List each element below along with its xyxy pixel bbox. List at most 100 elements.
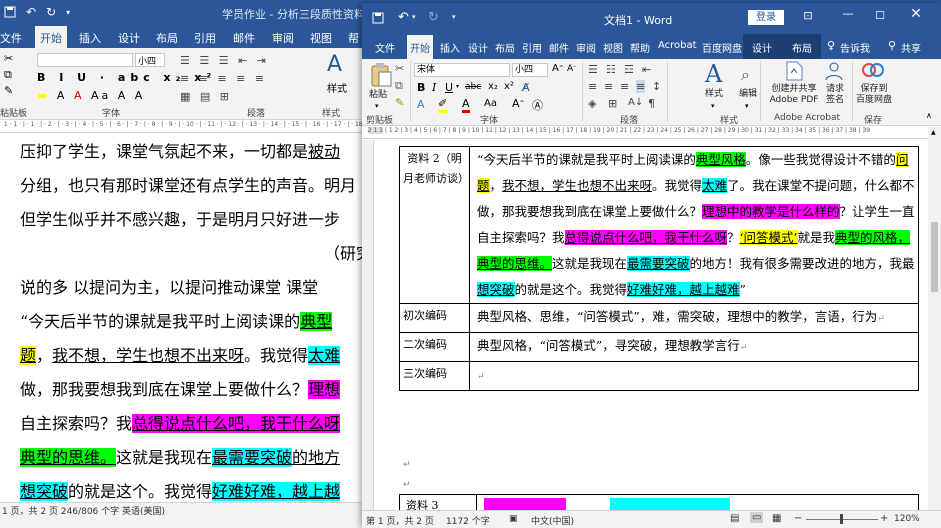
back-font-size-dropdown[interactable]: 小四 — [135, 53, 165, 67]
back-styles-icon[interactable]: A — [327, 52, 342, 77]
back-tab-file[interactable]: 文件 — [0, 30, 22, 46]
font-size-dropdown[interactable]: 小四 — [512, 63, 548, 77]
scrollbar-thumb[interactable] — [931, 222, 938, 292]
bold-icon[interactable]: B — [417, 81, 425, 94]
copy-icon[interactable]: ⧉ — [395, 79, 403, 93]
underline-dropdown-icon[interactable]: ▾ — [456, 83, 459, 90]
tab-references[interactable]: 引用 — [522, 40, 542, 55]
tab-acrobat[interactable]: Acrobat — [658, 40, 697, 51]
shading-icon[interactable]: ◈ — [588, 97, 596, 110]
paste-icon[interactable] — [370, 62, 392, 88]
back-paragraph-row1[interactable]: ☰ ☰ ☰ ⇤ ⇥ — [180, 54, 269, 67]
highlight-icon[interactable]: ✐ — [438, 97, 448, 113]
scroll-up-icon[interactable]: ▲ — [931, 129, 936, 136]
print-layout-icon[interactable]: ▭ — [750, 512, 764, 523]
save-icon[interactable] — [4, 5, 16, 19]
align-center-icon[interactable]: ≡ — [604, 80, 613, 93]
baidu-netdisk-icon[interactable] — [862, 61, 884, 79]
font-name-dropdown[interactable]: 宋体 — [414, 63, 510, 77]
format-painter-icon[interactable]: ✎ — [395, 96, 404, 109]
back-paragraph-row3[interactable]: ▦ ▤ ⊞ — [180, 90, 232, 103]
back-tab-insert[interactable]: 插入 — [79, 30, 101, 46]
tab-table-layout[interactable]: 布局 — [792, 40, 812, 55]
show-marks-icon[interactable]: ¶ — [648, 97, 655, 110]
create-share-pdf-button[interactable]: 创建并共享 Adobe PDF — [767, 84, 821, 106]
paste-button[interactable]: 粘贴 — [369, 90, 387, 101]
undo-icon[interactable]: ↶ — [26, 5, 36, 19]
share-button[interactable]: 共享 — [901, 40, 921, 55]
request-signature-button[interactable]: 请求 签名 — [823, 84, 847, 106]
login-button[interactable]: 登录 — [748, 10, 784, 25]
editing-button[interactable]: 编辑 — [739, 89, 757, 100]
back-format-painter-icon[interactable]: ✎ — [4, 84, 13, 97]
tab-review[interactable]: 审阅 — [576, 40, 596, 55]
request-signature-icon[interactable] — [824, 61, 844, 81]
zoom-in-button[interactable]: + — [880, 513, 888, 524]
tab-help[interactable]: 帮助 — [630, 40, 650, 55]
styles-button[interactable]: 样式 — [705, 89, 723, 100]
borders-icon[interactable]: ⊞ — [608, 97, 617, 110]
align-right-icon[interactable]: ≡ — [620, 80, 629, 93]
status-page[interactable]: 第 1 页，共 2 页 — [366, 514, 434, 527]
save-to-baidu-button[interactable]: 保存到 百度网盘 — [856, 84, 892, 106]
table-cell-text[interactable]: ↵ — [469, 361, 919, 391]
maximize-button[interactable]: ☐ — [870, 9, 890, 27]
read-mode-icon[interactable]: ▤ — [730, 513, 739, 524]
table-cell-text[interactable]: “今天后半节的课就是我平时上阅读课的典型风格。像一些我觉得设计不错的问题，我不想… — [469, 146, 919, 304]
justify-icon[interactable]: ≡ — [636, 80, 646, 93]
tab-table-design[interactable]: 设计 — [752, 40, 772, 55]
back-tab-mailings[interactable]: 邮件 — [233, 30, 255, 46]
strikethrough-icon[interactable]: abc — [465, 82, 481, 92]
zoom-level[interactable]: 120% — [894, 514, 920, 524]
zoom-out-button[interactable]: − — [794, 513, 802, 524]
superscript-icon[interactable]: x² — [504, 81, 514, 92]
grow-font-icon[interactable]: A ^ — [512, 97, 525, 110]
web-layout-icon[interactable]: ▦ — [772, 513, 781, 524]
table-cell-label[interactable]: 二次编码 — [399, 332, 470, 362]
back-tab-help[interactable]: 帮 — [348, 30, 359, 46]
table-cell-label[interactable]: 资料 2（明月老师访谈） — [399, 146, 470, 304]
back-tab-design[interactable]: 设计 — [118, 30, 140, 46]
tab-view[interactable]: 视图 — [603, 40, 623, 55]
qa-dropdown-icon[interactable]: ▾ — [66, 5, 70, 19]
ribbon-display-options-icon[interactable]: ⊡ — [798, 9, 818, 27]
undo-dropdown-icon[interactable]: ▾ — [412, 13, 416, 21]
tab-layout[interactable]: 布局 — [495, 40, 515, 55]
bullets-icon[interactable]: ☰ — [588, 63, 598, 76]
tab-file[interactable]: 文件 — [375, 40, 395, 55]
align-left-icon[interactable]: ≡ — [588, 80, 597, 93]
vertical-scrollbar[interactable]: ▲ — [928, 127, 941, 510]
table-cell-label[interactable]: 三次编码 — [399, 361, 470, 391]
line-spacing-icon[interactable]: ↕ — [652, 80, 661, 93]
status-language[interactable]: 中文(中国) — [531, 514, 574, 527]
font-shrink-icon[interactable]: Aˇ — [567, 64, 576, 74]
table-cell-text[interactable]: 典型风格、思维，“问答模式”，难，需突破，理想中的教学，言语，行为↵ — [469, 303, 919, 333]
underline-icon[interactable]: U — [445, 81, 453, 94]
back-tab-review[interactable]: 审阅 — [272, 30, 294, 46]
italic-icon[interactable]: I — [432, 81, 436, 94]
sort-icon[interactable]: A↓ — [628, 97, 643, 108]
zoom-slider-thumb[interactable] — [840, 514, 843, 524]
back-font-name-dropdown[interactable] — [37, 53, 133, 67]
create-pdf-icon[interactable] — [785, 61, 803, 81]
tab-insert[interactable]: 插入 — [440, 40, 460, 55]
back-tab-layout[interactable]: 布局 — [156, 30, 178, 46]
back-tab-home[interactable]: 开始 — [35, 26, 67, 48]
clear-formatting-icon[interactable]: A̸ — [522, 81, 530, 94]
tab-design[interactable]: 设计 — [468, 40, 488, 55]
tab-baidu-netdisk[interactable]: 百度网盘 — [702, 40, 742, 55]
edit-search-icon[interactable]: ⌕ — [741, 65, 750, 85]
paste-dropdown-icon[interactable]: ▾ — [375, 102, 379, 110]
table-cell-label[interactable]: 初次编码 — [399, 303, 470, 333]
status-word-count[interactable]: 1172 个字 — [446, 514, 490, 527]
collapse-ribbon-icon[interactable]: ∧ — [926, 111, 932, 120]
save-icon[interactable] — [372, 12, 384, 24]
close-button[interactable]: ✕ — [906, 6, 926, 24]
tab-home[interactable]: 开始 — [407, 35, 433, 59]
front-document-page[interactable]: 资料 2（明月老师访谈） “今天后半节的课就是我平时上阅读课的典型风格。像一些我… — [375, 140, 928, 510]
undo-icon[interactable]: ↶ — [398, 10, 409, 25]
redo-icon[interactable]: ↻ — [428, 10, 439, 25]
editing-dropdown-icon[interactable]: ▾ — [745, 102, 749, 110]
change-case-icon[interactable]: Aa — [484, 98, 497, 109]
back-copy-icon[interactable]: ⧉ — [4, 68, 12, 82]
